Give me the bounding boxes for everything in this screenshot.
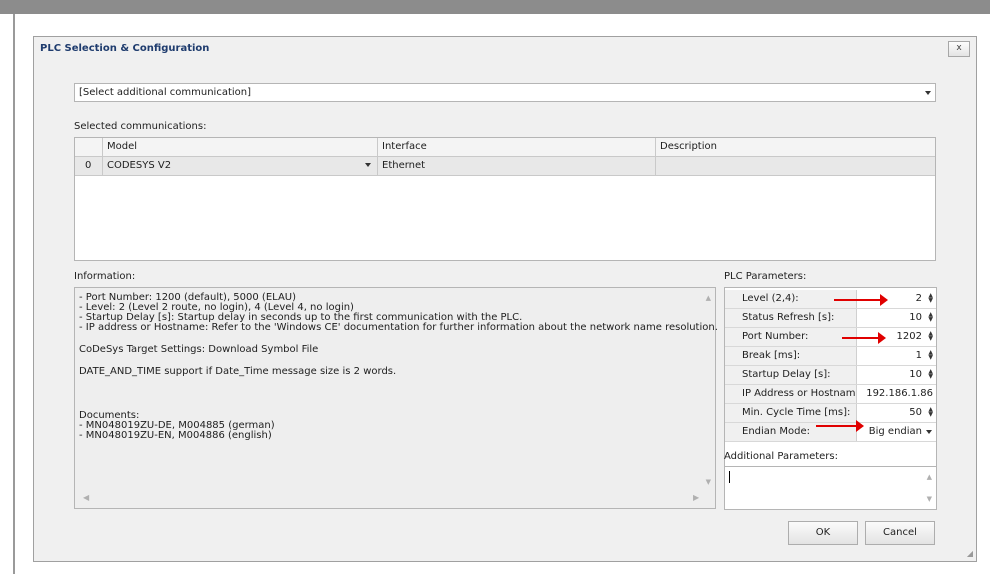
ok-button[interactable]: OK [788, 521, 858, 545]
plc-config-dialog: PLC Selection & Configuration x [Select … [33, 36, 977, 562]
param-row-break[interactable]: Break [ms]: 1 ▲ ▼ [725, 347, 936, 366]
column-header-description[interactable]: Description [656, 138, 935, 156]
cancel-button[interactable]: Cancel [865, 521, 935, 545]
text-cursor [729, 471, 730, 483]
param-row-level[interactable]: Level (2,4): 2 ▲ ▼ [725, 290, 936, 309]
info-line: - MN048019ZU-EN, M004886 (english) [79, 430, 272, 441]
param-name: Break [ms]: [725, 347, 857, 365]
spin-arrows-icon[interactable]: ▲ ▼ [928, 331, 933, 342]
param-value[interactable]: 1202 [897, 328, 922, 346]
selected-communications-label: Selected communications: [74, 121, 207, 132]
grid-header-index [75, 138, 103, 156]
information-label: Information: [74, 271, 136, 282]
row-index: 0 [75, 157, 103, 175]
plc-parameters-grid: Level (2,4): 2 ▲ ▼ Status Refresh [s]: 10… [724, 287, 937, 467]
scroll-left-icon[interactable]: ◀ [83, 493, 89, 502]
spin-arrows-icon[interactable]: ▲ ▼ [928, 293, 933, 304]
info-line: DATE_AND_TIME support if Date_Time messa… [79, 366, 397, 377]
row-model-value: CODESYS V2 [107, 160, 172, 171]
additional-parameters-textbox[interactable]: ▲ ▼ [724, 466, 937, 510]
chevron-down-icon [925, 91, 931, 95]
param-row-port-number[interactable]: Port Number: 1202 ▲ ▼ [725, 328, 936, 347]
param-row-ip-address[interactable]: IP Address or Hostname 192.186.1.86 [725, 385, 936, 404]
param-value[interactable]: 10 [909, 366, 922, 384]
row-description-cell[interactable] [656, 157, 935, 175]
scroll-up-icon[interactable]: ▲ [706, 294, 711, 302]
close-button[interactable]: x [948, 41, 970, 57]
param-value[interactable]: 192.186.1.86 [866, 385, 933, 403]
scroll-down-icon[interactable]: ▼ [706, 478, 711, 486]
chevron-down-icon[interactable] [365, 163, 371, 167]
param-name: Min. Cycle Time [ms]: [725, 404, 857, 422]
spin-arrows-icon[interactable]: ▲ ▼ [928, 407, 933, 418]
dialog-titlebar: PLC Selection & Configuration x [34, 37, 976, 61]
annotation-arrow-level [834, 294, 888, 306]
additional-communication-combo[interactable]: [Select additional communication] [74, 83, 936, 102]
column-header-interface[interactable]: Interface [378, 138, 656, 156]
additional-parameters-label: Additional Parameters: [724, 451, 838, 462]
chevron-down-icon[interactable] [926, 430, 932, 434]
combo-value: [Select additional communication] [79, 87, 252, 98]
dialog-title: PLC Selection & Configuration [40, 43, 210, 54]
param-name: Status Refresh [s]: [725, 309, 857, 327]
annotation-arrow-endian [816, 420, 864, 432]
scroll-right-icon[interactable]: ▶ [693, 493, 699, 502]
background-top-bar [0, 0, 990, 14]
param-value[interactable]: 10 [909, 309, 922, 327]
row-model-cell[interactable]: CODESYS V2 [103, 157, 378, 175]
spin-arrows-icon[interactable]: ▲ ▼ [928, 312, 933, 323]
info-line: CoDeSys Target Settings: Download Symbol… [79, 344, 319, 355]
row-interface-cell[interactable]: Ethernet [378, 157, 656, 175]
param-value[interactable]: 2 [916, 290, 922, 308]
column-header-model[interactable]: Model [103, 138, 378, 156]
param-value[interactable]: 50 [909, 404, 922, 422]
grid-header: Model Interface Description [75, 138, 935, 157]
param-value[interactable]: Big endian [869, 423, 922, 441]
param-value[interactable]: 1 [916, 347, 922, 365]
info-line: - IP address or Hostname: Refer to the '… [79, 322, 718, 333]
param-name: Port Number: [725, 328, 857, 346]
communications-grid: Model Interface Description 0 CODESYS V2… [74, 137, 936, 261]
annotation-arrow-port [842, 332, 886, 344]
spin-arrows-icon[interactable]: ▲ ▼ [928, 350, 933, 361]
table-row[interactable]: 0 CODESYS V2 Ethernet [75, 157, 935, 176]
scroll-up-icon[interactable]: ▲ [927, 473, 932, 481]
information-textbox[interactable]: - Port Number: 1200 (default), 5000 (ELA… [74, 287, 718, 509]
param-row-startup-delay[interactable]: Startup Delay [s]: 10 ▲ ▼ [725, 366, 936, 385]
plc-parameters-label: PLC Parameters: [724, 271, 807, 282]
spin-arrows-icon[interactable]: ▲ ▼ [928, 369, 933, 380]
background-left-edge [13, 14, 15, 574]
param-name: IP Address or Hostname [725, 385, 857, 403]
param-row-status-refresh[interactable]: Status Refresh [s]: 10 ▲ ▼ [725, 309, 936, 328]
param-row-min-cycle-time[interactable]: Min. Cycle Time [ms]: 50 ▲ ▼ [725, 404, 936, 423]
scroll-down-icon[interactable]: ▼ [927, 495, 932, 503]
param-name: Startup Delay [s]: [725, 366, 857, 384]
resize-grip-icon[interactable]: ◢ [967, 549, 973, 558]
